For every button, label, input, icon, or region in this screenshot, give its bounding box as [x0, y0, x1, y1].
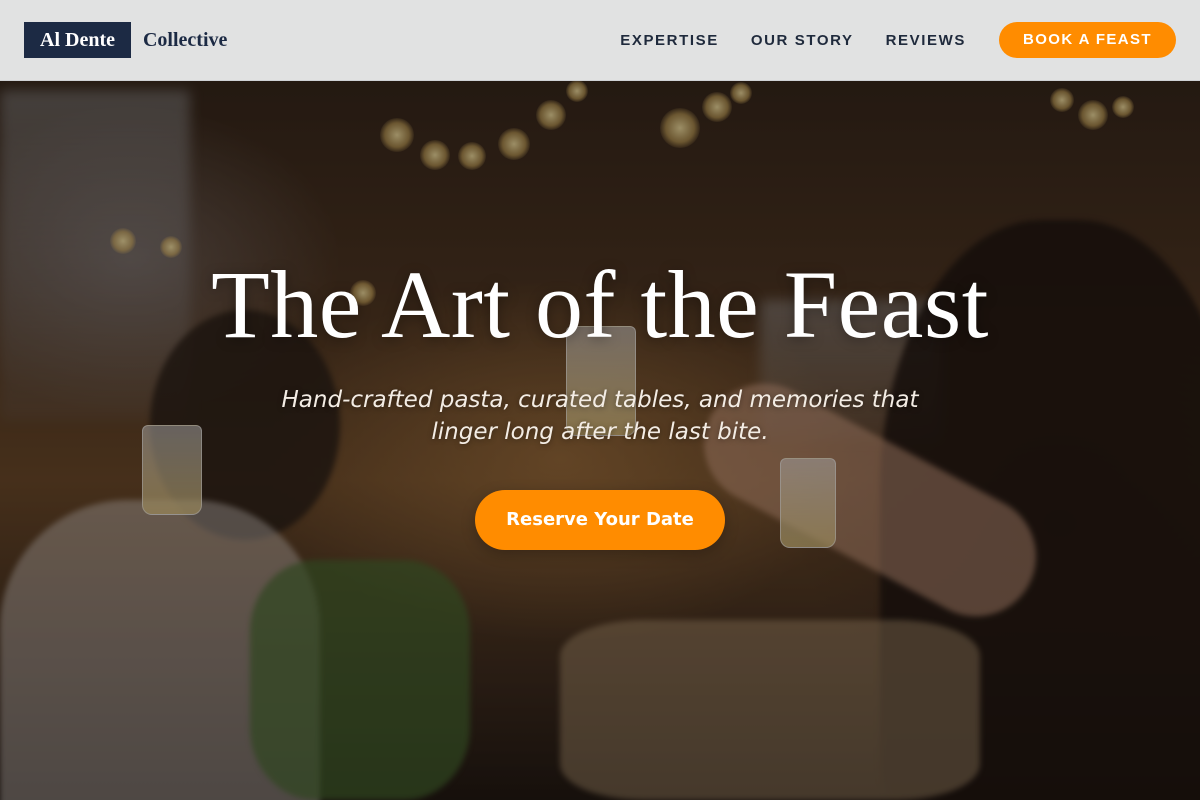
hero-title: The Art of the Feast — [211, 251, 989, 358]
hero-subtitle: Hand-crafted pasta, curated tables, and … — [281, 387, 919, 445]
nav-our-story[interactable]: OUR STORY — [751, 32, 854, 49]
reserve-date-button[interactable]: Reserve Your Date — [475, 490, 725, 550]
brand-logo[interactable]: Al Dente Collective — [24, 22, 227, 58]
brand-primary: Al Dente — [24, 22, 131, 58]
site-header: Al Dente Collective EXPERTISE OUR STORY … — [0, 0, 1200, 81]
main-nav: EXPERTISE OUR STORY REVIEWS BOOK A FEAST — [620, 22, 1176, 58]
brand-secondary: Collective — [142, 28, 228, 51]
nav-reviews[interactable]: REVIEWS — [886, 32, 966, 49]
book-feast-button[interactable]: BOOK A FEAST — [998, 22, 1176, 58]
nav-expertise[interactable]: EXPERTISE — [620, 32, 719, 49]
hero-section: The Art of the Feast Hand-crafted pasta,… — [0, 250, 1200, 550]
